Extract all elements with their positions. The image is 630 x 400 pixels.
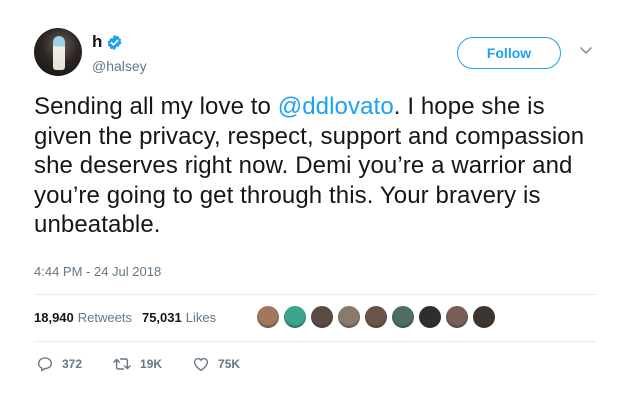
liker-avatar[interactable] — [337, 305, 361, 329]
like-count: 75K — [218, 357, 241, 371]
chevron-down-icon[interactable] — [579, 46, 593, 56]
author-avatar[interactable] — [34, 28, 82, 76]
liker-avatars — [256, 305, 499, 329]
divider — [34, 341, 596, 342]
follow-button[interactable]: Follow — [457, 37, 561, 69]
author-name-row: h — [92, 32, 123, 52]
likes-label[interactable]: Likes — [186, 310, 216, 325]
like-action[interactable]: 75K — [192, 355, 240, 373]
author-handle[interactable]: @halsey — [92, 58, 147, 74]
tweet-stats: 18,940 Retweets 75,031 Likes — [34, 310, 226, 325]
reply-count: 372 — [62, 357, 83, 371]
verified-badge-icon — [107, 34, 122, 50]
liker-avatar[interactable] — [310, 305, 334, 329]
divider — [34, 294, 596, 295]
liker-avatar[interactable] — [364, 305, 388, 329]
tweet-actions: 372 19K 75K — [36, 355, 270, 373]
likes-count[interactable]: 75,031 — [142, 310, 182, 325]
liker-avatar[interactable] — [418, 305, 442, 329]
reply-icon — [37, 357, 53, 372]
retweet-icon — [113, 358, 131, 370]
reply-action[interactable]: 372 — [36, 355, 82, 373]
tweet-text: Sending all my love to @ddlovato. I hope… — [34, 92, 609, 240]
author-display-name[interactable]: h — [92, 32, 102, 52]
heart-icon — [193, 357, 209, 372]
retweet-action[interactable]: 19K — [112, 355, 162, 373]
liker-avatar[interactable] — [472, 305, 496, 329]
retweet-count: 19K — [140, 357, 163, 371]
tweet-timestamp[interactable]: 4:44 PM - 24 Jul 2018 — [34, 264, 161, 279]
tweet-text-start: Sending all my love to — [34, 93, 278, 120]
liker-avatar[interactable] — [391, 305, 415, 329]
liker-avatar[interactable] — [283, 305, 307, 329]
liker-avatar[interactable] — [256, 305, 280, 329]
retweets-label[interactable]: Retweets — [78, 310, 132, 325]
retweets-count[interactable]: 18,940 — [34, 310, 74, 325]
liker-avatar[interactable] — [445, 305, 469, 329]
mention-link[interactable]: @ddlovato — [278, 93, 394, 120]
